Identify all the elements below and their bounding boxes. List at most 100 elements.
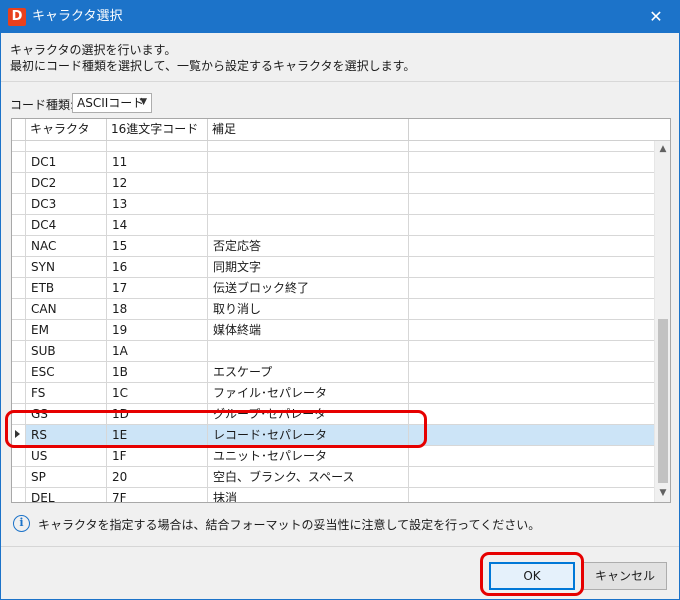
row-header[interactable] [12,446,26,466]
row-header[interactable] [12,152,26,172]
cell-hex-code: 16 [107,257,208,277]
row-header[interactable] [12,257,26,277]
cell-note: 取り消し [208,299,409,319]
description: キャラクタの選択を行います。 最初にコード種類を選択して、一覧から設定するキャラ… [10,42,670,74]
cell-character: DEL [26,488,107,502]
cell-character: ESC [26,362,107,382]
cell-character: SYN [26,257,107,277]
vertical-scrollbar[interactable]: ▲ ▼ [654,141,670,502]
table-row[interactable]: SYN 16 同期文字 [12,257,654,278]
row-header[interactable] [12,173,26,193]
cell-hex-code: 13 [107,194,208,214]
divider [1,81,679,82]
cell-note: 媒体終端 [208,320,409,340]
column-header-character[interactable]: キャラクタ [26,119,107,140]
cell-note [208,215,409,235]
cell-note: ユニット･セパレータ [208,446,409,466]
table-row[interactable] [12,141,654,152]
scrollbar-thumb[interactable] [658,319,668,483]
column-header-hex-code[interactable]: 16進文字コード [107,119,208,140]
column-header-note[interactable]: 補足 [208,119,409,140]
cell-note: 空白、ブランク、スペース [208,467,409,487]
row-header[interactable] [12,320,26,340]
info-text: キャラクタを指定する場合は、結合フォーマットの妥当性に注意して設定を行ってくださ… [38,518,541,532]
window-title: キャラクタ選択 [32,9,123,24]
cell-hex-code: 19 [107,320,208,340]
cell-character: US [26,446,107,466]
cell-note [208,194,409,214]
cell-note [208,173,409,193]
cancel-button[interactable]: キャンセル [583,562,667,590]
row-header[interactable] [12,299,26,319]
cell-character: DC2 [26,173,107,193]
table-row[interactable]: DC1 11 [12,152,654,173]
row-header[interactable] [12,383,26,403]
table-row[interactable]: NAC 15 否定応答 [12,236,654,257]
cell-character: ETB [26,278,107,298]
table-row[interactable]: CAN 18 取り消し [12,299,654,320]
cell-note: エスケープ [208,362,409,382]
cell-note: グループ･セパレータ [208,404,409,424]
table-row[interactable]: FS 1C ファイル･セパレータ [12,383,654,404]
cell-hex-code: 20 [107,467,208,487]
description-line-1: キャラクタの選択を行います。 [10,43,177,57]
code-type-select[interactable]: ASCIIコード ▼ [72,93,152,113]
current-row-arrow-icon [15,430,20,438]
cell-character: SUB [26,341,107,361]
character-grid: キャラクタ 16進文字コード 補足 DC1 11 DC2 12 DC3 13 DC4 14 NA… [11,118,671,503]
cell-hex-code: 11 [107,152,208,172]
table-row[interactable]: RS 1E レコード･セパレータ [12,425,654,446]
info-message: i キャラクタを指定する場合は、結合フォーマットの妥当性に注意して設定を行ってく… [11,514,671,534]
row-header[interactable] [12,404,26,424]
code-type-label: コード種類: [10,98,75,112]
cell-character: CAN [26,299,107,319]
table-row[interactable]: ETB 17 伝送ブロック終了 [12,278,654,299]
table-row[interactable]: DC4 14 [12,215,654,236]
row-header[interactable] [12,467,26,487]
ok-button[interactable]: OK [489,562,575,590]
cell-character: SP [26,467,107,487]
cell-hex-code: 1E [107,425,208,445]
scroll-down-icon[interactable]: ▼ [655,485,670,502]
row-header[interactable] [12,278,26,298]
cell-note [208,141,409,151]
row-header[interactable] [12,362,26,382]
cell-note: ファイル･セパレータ [208,383,409,403]
row-header[interactable] [12,488,26,502]
cell-hex-code: 17 [107,278,208,298]
chevron-down-icon: ▼ [140,97,147,107]
grid-body: DC1 11 DC2 12 DC3 13 DC4 14 NAC 15 否定応答 SYN 16 同期文字 ET… [12,141,654,502]
table-row[interactable]: GS 1D グループ･セパレータ [12,404,654,425]
grid-corner [12,119,26,140]
table-row[interactable]: EM 19 媒体終端 [12,320,654,341]
cell-hex-code: 1B [107,362,208,382]
cell-note: 伝送ブロック終了 [208,278,409,298]
row-header[interactable] [12,141,26,151]
code-type-value: ASCIIコード [77,96,145,110]
table-row[interactable]: SUB 1A [12,341,654,362]
row-header[interactable] [12,425,26,445]
cell-note [208,341,409,361]
button-bar: OK キャンセル [1,546,679,599]
cell-character: NAC [26,236,107,256]
row-header[interactable] [12,341,26,361]
row-header[interactable] [12,236,26,256]
cell-note: 否定応答 [208,236,409,256]
table-row[interactable]: SP 20 空白、ブランク、スペース [12,467,654,488]
table-row[interactable]: US 1F ユニット･セパレータ [12,446,654,467]
cell-character [26,141,107,151]
table-row[interactable]: ESC 1B エスケープ [12,362,654,383]
scroll-up-icon[interactable]: ▲ [655,141,670,158]
cell-character: DC1 [26,152,107,172]
cell-note: 同期文字 [208,257,409,277]
table-row[interactable]: DC2 12 [12,173,654,194]
row-header[interactable] [12,194,26,214]
table-row[interactable]: DC3 13 [12,194,654,215]
row-header[interactable] [12,215,26,235]
close-icon[interactable]: ✕ [633,1,679,33]
cell-character: DC3 [26,194,107,214]
info-icon: i [13,515,30,532]
table-row[interactable]: DEL 7F 抹消 [12,488,654,502]
cell-character: FS [26,383,107,403]
cell-hex-code [107,141,208,151]
